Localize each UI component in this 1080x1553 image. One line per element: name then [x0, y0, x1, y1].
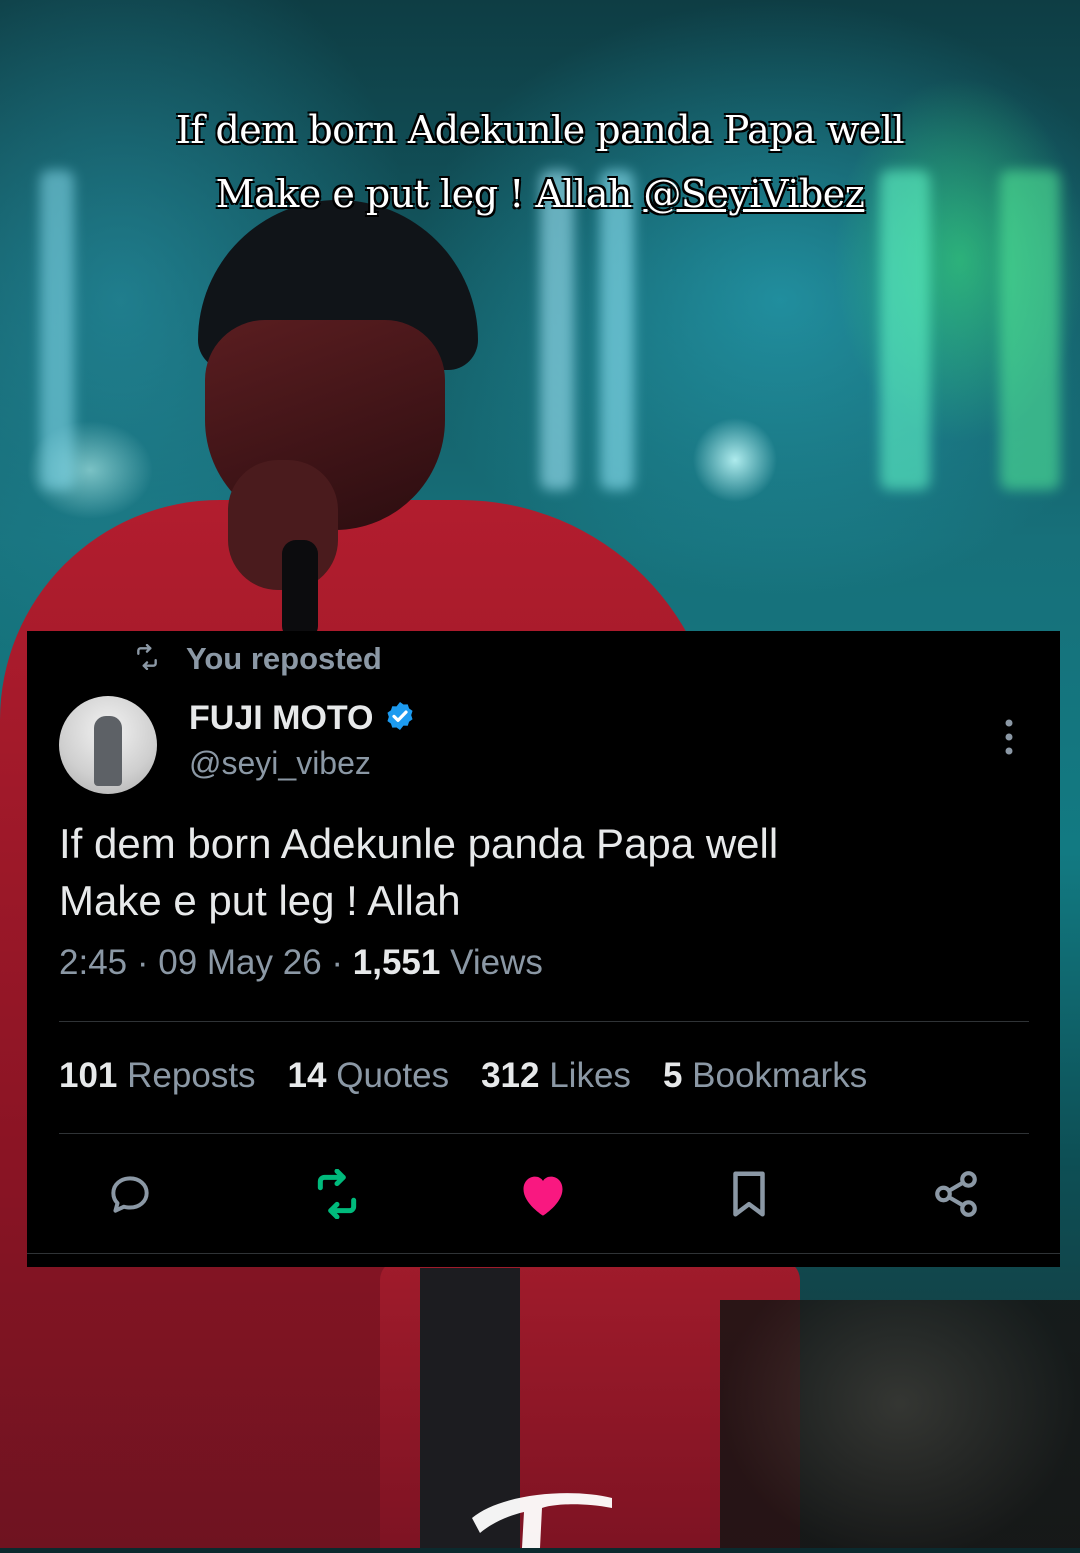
action-bar [27, 1161, 1060, 1231]
share-button[interactable] [921, 1161, 991, 1231]
post-meta: 2:45 · 09 May 26 · 1,551 Views [59, 943, 543, 983]
post-text-line-2: Make e put leg ! Allah [59, 877, 461, 924]
post-time[interactable]: 2:45 [59, 943, 127, 982]
stat-reposts[interactable]: 101 Reposts [59, 1056, 256, 1096]
divider [59, 1021, 1029, 1022]
verified-badge-icon [384, 700, 416, 737]
heart-icon [517, 1170, 569, 1223]
author-name[interactable]: FUJI MOTO [189, 699, 374, 738]
avatar[interactable] [59, 696, 157, 794]
repost-indicator: You reposted [132, 641, 382, 677]
share-icon [931, 1169, 981, 1224]
caption-line-2-text: Make e put leg ! Allah [215, 172, 644, 216]
stat-quotes[interactable]: 14 Quotes [288, 1056, 450, 1096]
caption-overlay: If dem born Adekunle panda Papa well Mak… [0, 98, 1080, 226]
author-handle[interactable]: @seyi_vibez [189, 745, 371, 782]
repost-label: You reposted [186, 641, 382, 676]
repost-icon [132, 643, 162, 675]
post-text-line-1: If dem born Adekunle panda Papa well [59, 820, 779, 867]
bookmark-button[interactable] [714, 1161, 784, 1231]
meta-separator: · [127, 943, 159, 982]
views-count: 1,551 [352, 943, 441, 982]
like-button[interactable] [508, 1161, 578, 1231]
author-row: FUJI MOTO [189, 699, 416, 738]
divider [59, 1133, 1029, 1134]
caption-mention: @SeyiVibez [643, 172, 865, 216]
caption-line-1: If dem born Adekunle panda Papa well [175, 108, 905, 152]
stat-bookmarks[interactable]: 5 Bookmarks [663, 1056, 867, 1096]
stat-likes[interactable]: 312 Likes [481, 1056, 631, 1096]
reply-icon [105, 1169, 155, 1224]
caption-line-2: Make e put leg ! Allah @SeyiVibez [0, 162, 1080, 226]
divider [27, 1253, 1060, 1254]
post-date[interactable]: 09 May 26 [158, 943, 321, 982]
watermark-logo [462, 1478, 622, 1548]
post-text: If dem born Adekunle panda Papa well Mak… [59, 815, 1019, 929]
post-card: You reposted FUJI MOTO @seyi_vibez If de… [27, 631, 1060, 1267]
reply-button[interactable] [95, 1161, 165, 1231]
engagement-stats: 101 Reposts 14 Quotes 312 Likes 5 Bookma… [59, 1056, 867, 1096]
repost-icon [309, 1168, 365, 1224]
bookmark-icon [726, 1167, 772, 1226]
repost-button[interactable] [302, 1161, 372, 1231]
views-label: Views [450, 943, 543, 982]
meta-separator: · [321, 943, 353, 982]
more-vertical-icon[interactable] [997, 717, 1021, 757]
